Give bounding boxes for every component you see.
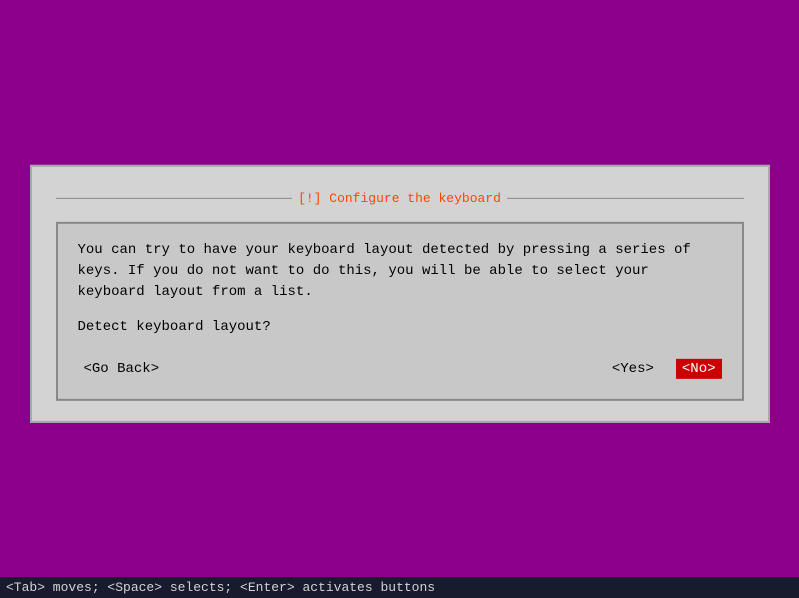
dialog-inner: [!] Configure the keyboard You can try t… bbox=[32, 171, 768, 421]
title-deco-left bbox=[56, 198, 293, 199]
dialog-container: [!] Configure the keyboard You can try t… bbox=[30, 165, 770, 423]
dialog-body-text: You can try to have your keyboard layout… bbox=[78, 240, 722, 303]
dialog-title-row: [!] Configure the keyboard bbox=[56, 191, 744, 206]
status-bar-text: <Tab> moves; <Space> selects; <Enter> ac… bbox=[6, 580, 435, 595]
yes-button[interactable]: <Yes> bbox=[606, 359, 660, 379]
dialog: [!] Configure the keyboard You can try t… bbox=[30, 165, 770, 423]
title-deco-right bbox=[507, 198, 744, 199]
detect-prompt-text: Detect keyboard layout? bbox=[78, 319, 722, 335]
status-bar: <Tab> moves; <Space> selects; <Enter> ac… bbox=[0, 577, 799, 598]
dialog-border: You can try to have your keyboard layout… bbox=[56, 222, 744, 401]
right-buttons: <Yes> <No> bbox=[606, 359, 722, 379]
go-back-button[interactable]: <Go Back> bbox=[78, 359, 166, 379]
dialog-title: [!] Configure the keyboard bbox=[292, 191, 507, 206]
no-button[interactable]: <No> bbox=[676, 359, 722, 379]
button-row: <Go Back> <Yes> <No> bbox=[78, 355, 722, 383]
